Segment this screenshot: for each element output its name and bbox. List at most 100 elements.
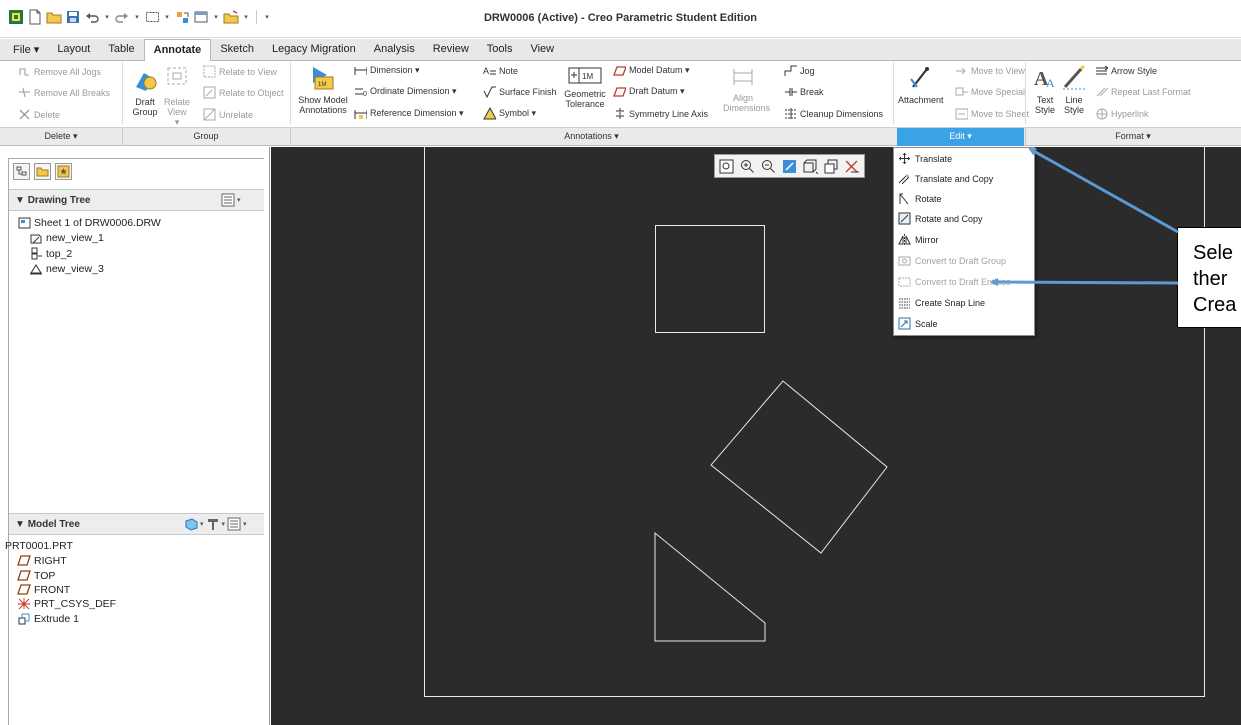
dimension-button[interactable]: Dimension ▾ xyxy=(354,64,420,77)
square-view[interactable] xyxy=(655,225,765,333)
move-special-button[interactable]: Move Special xyxy=(955,85,1025,98)
note-label: Note xyxy=(499,65,519,76)
drawing-tree-title-text: Drawing Tree xyxy=(27,195,91,206)
align-dimensions-button[interactable]: Align Dimensions xyxy=(723,63,770,113)
zoom-out-icon[interactable] xyxy=(760,158,777,175)
format-group-label[interactable]: Format ▾ xyxy=(1025,131,1241,142)
triangle-view[interactable] xyxy=(654,531,766,642)
menu-item-convert-to-draft-entities[interactable]: Convert to Draft Entities xyxy=(896,272,1033,291)
datum-display-icon[interactable] xyxy=(844,158,861,175)
symbol-button[interactable]: Symbol ▾ xyxy=(483,107,536,120)
show-icon[interactable]: ▾ xyxy=(184,517,204,531)
tab-analysis[interactable]: Analysis xyxy=(365,39,424,61)
menu-item-translate-and-copy[interactable]: Translate and Copy xyxy=(896,169,1033,188)
model-datum-icon xyxy=(613,64,626,77)
menu-item-translate[interactable]: Translate xyxy=(896,149,1033,168)
tree-item-extrude[interactable]: Extrude 1 xyxy=(17,612,79,625)
tree-item-right[interactable]: RIGHT xyxy=(17,554,67,567)
arrow-style-button[interactable]: Arrow Style xyxy=(1095,64,1157,77)
tree-item-csys[interactable]: PRT_CSYS_DEF xyxy=(17,597,116,610)
ordinate-dimension-button[interactable]: 0 Ordinate Dimension ▾ xyxy=(354,85,457,98)
tab-sketch[interactable]: Sketch xyxy=(211,39,263,61)
tab-table[interactable]: Table xyxy=(99,39,143,61)
remove-all-jogs-button[interactable]: Remove All Jogs xyxy=(18,65,101,78)
tab-layout[interactable]: Layout xyxy=(48,39,99,61)
zoom-in-icon[interactable] xyxy=(739,158,756,175)
tree-item-top[interactable]: TOP xyxy=(17,569,55,582)
edit-group-label[interactable]: Edit ▾ xyxy=(897,128,1024,146)
saved-orientations-icon[interactable] xyxy=(823,158,840,175)
tree-item-new-view-3[interactable]: new_view_3 xyxy=(29,262,104,275)
menu-item-rotate[interactable]: Rotate xyxy=(896,189,1033,208)
delete-group-label[interactable]: Delete ▾ xyxy=(0,131,122,142)
tree-item-front[interactable]: FRONT xyxy=(17,583,70,596)
favorites-tab-icon[interactable] xyxy=(55,163,72,180)
menu-item-mirror[interactable]: Mirror xyxy=(896,230,1033,249)
surface-finish-button[interactable]: Surface Finish xyxy=(483,85,557,98)
drawing-tree-title[interactable]: ▼ Drawing Tree xyxy=(15,195,91,206)
tree-item-part[interactable]: PRT0001.PRT xyxy=(5,540,73,552)
drawing-canvas[interactable] xyxy=(271,147,1241,725)
note-icon: A xyxy=(483,64,496,77)
symmetry-line-axis-button[interactable]: Symmetry Line Axis xyxy=(613,107,708,120)
extrude-icon xyxy=(17,612,31,625)
tree-item-new-view-1[interactable]: new_view_1 xyxy=(29,231,104,244)
geometric-tolerance-button[interactable]: 1M Geometric Tolerance xyxy=(563,63,607,109)
display-style-icon[interactable] xyxy=(802,158,819,175)
tree-item-label: FRONT xyxy=(34,583,71,596)
tree-item-sheet[interactable]: Sheet 1 of DRW0006.DRW xyxy=(17,216,161,229)
ribbon-separator xyxy=(893,62,894,124)
rotated-square-view[interactable] xyxy=(710,380,888,554)
dimension-label: Dimension ▾ xyxy=(370,65,420,75)
symbol-icon xyxy=(483,107,496,120)
translate-icon xyxy=(898,152,911,165)
move-to-view-button[interactable]: Move to View xyxy=(955,64,1025,77)
attachment-button[interactable]: Attachment xyxy=(898,63,944,105)
cleanup-dimensions-label: Cleanup Dimensions xyxy=(800,108,884,119)
repaint-icon[interactable] xyxy=(781,158,798,175)
menu-item-rotate-and-copy[interactable]: Rotate and Copy xyxy=(896,209,1033,228)
tab-tools[interactable]: Tools xyxy=(478,39,522,61)
tab-view[interactable]: View xyxy=(521,39,563,61)
note-button[interactable]: A Note xyxy=(483,64,518,77)
model-tree-settings-icon[interactable]: ▾ xyxy=(227,517,247,531)
relate-view-button[interactable]: Relate View ▾ xyxy=(163,65,191,127)
menu-item-create-snap-line[interactable]: Create Snap Line xyxy=(896,293,1033,312)
tree-tools-icon[interactable]: ▾ xyxy=(206,517,225,531)
text-style-button[interactable]: AA Text Style xyxy=(1031,63,1059,115)
draft-datum-button[interactable]: Draft Datum ▾ xyxy=(613,85,685,98)
jog-button[interactable]: Jog xyxy=(784,64,815,77)
show-model-annotations-button[interactable]: 1M Show Model Annotations xyxy=(295,63,351,115)
tree-item-top-2[interactable]: top_2 xyxy=(29,247,72,260)
model-tree-title[interactable]: ▼ Model Tree xyxy=(15,519,80,530)
relate-to-object-button[interactable]: Relate to Object xyxy=(203,86,284,99)
annotations-group-label[interactable]: Annotations ▾ xyxy=(290,131,893,142)
refit-icon[interactable] xyxy=(718,158,735,175)
break-button[interactable]: Break xyxy=(784,85,824,98)
cleanup-dimensions-button[interactable]: Cleanup Dimensions xyxy=(784,107,883,120)
model-datum-button[interactable]: Model Datum ▾ xyxy=(613,64,690,77)
menu-item-scale[interactable]: Scale xyxy=(896,314,1033,333)
tab-review[interactable]: Review xyxy=(424,39,478,61)
menu-item-label: Translate xyxy=(915,153,953,164)
repeat-last-format-button[interactable]: Repeat Last Format xyxy=(1095,85,1191,98)
tab-legacy-migration[interactable]: Legacy Migration xyxy=(263,39,365,61)
line-style-button[interactable]: Line Style xyxy=(1060,63,1088,115)
reference-dimension-button[interactable]: Reference Dimension ▾ xyxy=(354,107,464,120)
show-model-annotations-label: Show Model Annotations xyxy=(298,95,348,115)
draft-group-button[interactable]: Draft Group xyxy=(128,65,162,117)
model-tree-tab-icon[interactable] xyxy=(13,163,30,180)
relate-to-view-button[interactable]: Relate to View xyxy=(203,65,277,78)
drawing-tree-settings-icon[interactable]: ▾ xyxy=(221,193,241,207)
model-datum-label: Model Datum ▾ xyxy=(629,65,690,75)
remove-all-breaks-button[interactable]: Remove All Breaks xyxy=(18,86,110,99)
folder-browser-tab-icon[interactable] xyxy=(34,163,51,180)
hyperlink-button[interactable]: Hyperlink xyxy=(1095,107,1149,120)
tab-annotate[interactable]: Annotate xyxy=(143,39,212,62)
tab-file[interactable]: File ▾ xyxy=(4,39,48,61)
move-special-icon xyxy=(955,85,968,98)
menu-item-convert-to-draft-group[interactable]: Convert to Draft Group xyxy=(896,251,1033,270)
move-to-sheet-button[interactable]: Move to Sheet xyxy=(955,107,1029,120)
unrelate-button[interactable]: Unrelate xyxy=(203,108,253,121)
delete-button[interactable]: Delete xyxy=(18,108,60,121)
